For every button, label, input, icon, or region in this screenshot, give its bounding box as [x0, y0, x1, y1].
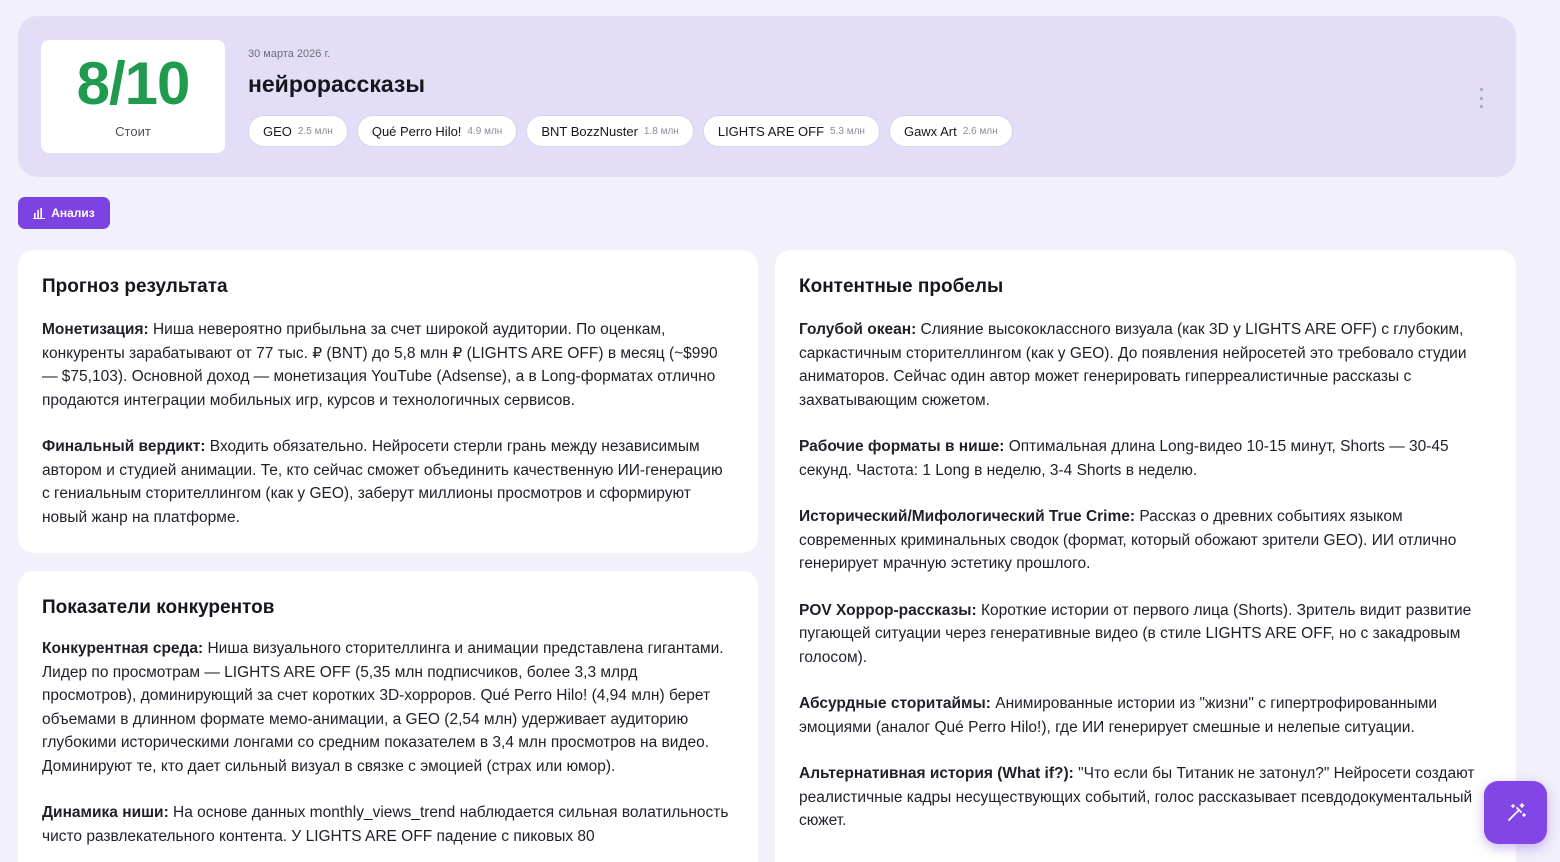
channel-chips: GEO 2.5 млн Qué Perro Hilo! 4.9 млн BNT …: [248, 115, 1013, 147]
magic-wand-button[interactable]: [1484, 781, 1547, 844]
channel-name: BNT BozzNuster: [541, 123, 638, 139]
competitors-paragraph: Динамика ниши: На основе данных monthly_…: [42, 804, 729, 845]
forecast-card: Прогноз результата Монетизация: Ниша нев…: [18, 250, 758, 553]
channel-name: LIGHTS ARE OFF: [717, 123, 825, 139]
channel-chip[interactable]: LIGHTS ARE OFF 5.3 млн: [702, 115, 880, 147]
channel-subs: 4.9 млн: [467, 125, 503, 137]
channel-subs: 2.6 млн: [962, 125, 998, 137]
channel-chip[interactable]: Gawx Art 2.6 млн: [888, 115, 1013, 147]
gaps-paragraph: POV Хоррор-рассказы: Короткие истории от…: [799, 601, 1472, 666]
kebab-menu-icon[interactable]: [1478, 88, 1484, 108]
channel-chip[interactable]: Qué Perro Hilo! 4.9 млн: [356, 115, 518, 147]
gaps-paragraph: Абсурдные сторитаймы: Анимированные исто…: [799, 695, 1438, 736]
competitors-title: Показатели конкурентов: [42, 597, 275, 618]
forecast-paragraph: Монетизация: Ниша невероятно прибыльна з…: [42, 321, 718, 409]
score-value: 8/10: [76, 50, 191, 117]
forecast-title: Прогноз результата: [42, 276, 228, 297]
gaps-paragraph: Исторический/Мифологический True Crime: …: [799, 508, 1457, 572]
gaps-title: Контентные пробелы: [799, 276, 1004, 297]
score-box: 8/10 Стоит: [41, 40, 225, 153]
gaps-paragraph: Рабочие форматы в нише: Оптимальная длин…: [799, 438, 1449, 479]
bar-chart-icon: [33, 208, 46, 219]
magic-wand-icon: [1507, 802, 1526, 821]
channel-subs: 1.8 млн: [643, 125, 679, 137]
channel-name: GEO: [263, 123, 292, 139]
score-label: Стоит: [115, 124, 151, 139]
page-title: нейрорассказы: [248, 71, 426, 97]
gaps-paragraph: Голубой океан: Слияние высококлассного в…: [799, 321, 1467, 409]
channel-subs: 2.5 млн: [297, 125, 333, 137]
analysis-button[interactable]: Анализ: [18, 197, 110, 229]
analysis-button-label: Анализ: [51, 206, 95, 220]
competitors-paragraph: Конкурентная среда: Ниша визуального сто…: [42, 640, 724, 775]
date-label: 30 марта 2026 г.: [248, 48, 331, 60]
content-gaps-card: Контентные пробелы Голубой океан: Слияни…: [775, 250, 1516, 862]
channel-name: Gawx Art: [903, 123, 957, 139]
channel-chip[interactable]: BNT BozzNuster 1.8 млн: [526, 115, 694, 147]
gaps-paragraph: Альтернативная история (What if?): "Что …: [799, 765, 1475, 829]
channel-chip[interactable]: GEO 2.5 млн: [248, 115, 348, 147]
channel-name: Qué Perro Hilo!: [371, 123, 462, 139]
channel-subs: 5.3 млн: [830, 125, 865, 137]
header-card: 8/10 Стоит 30 марта 2026 г. нейрорассказ…: [18, 16, 1516, 177]
competitors-card: Показатели конкурентов Конкурентная сред…: [18, 571, 758, 862]
forecast-paragraph: Финальный вердикт: Входить обязательно. …: [42, 438, 723, 526]
